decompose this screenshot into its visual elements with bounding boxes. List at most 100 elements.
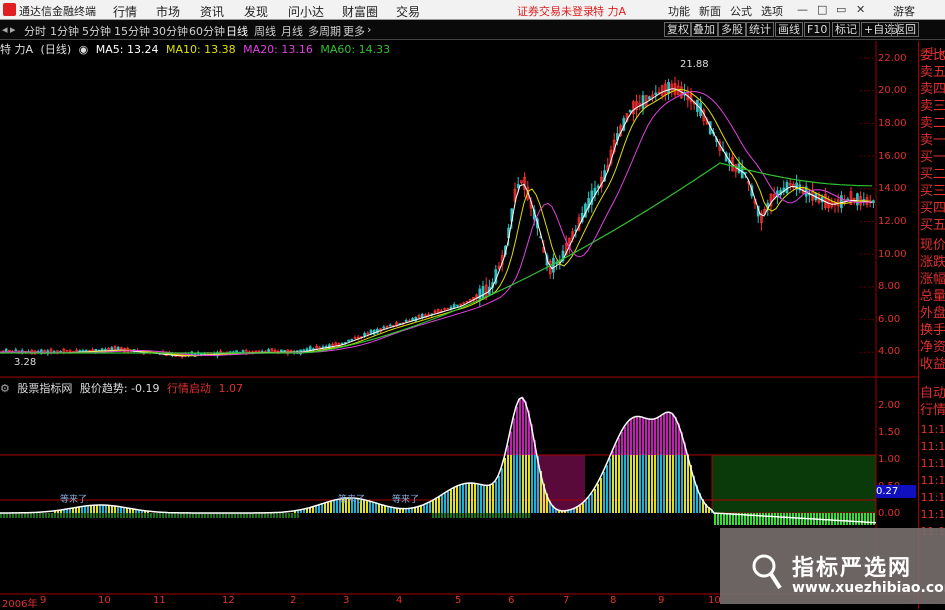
- minimize-icon[interactable]: —: [797, 3, 808, 16]
- indicator-bar: [396, 508, 398, 513]
- menu-news[interactable]: 资讯: [200, 3, 224, 20]
- indicator-bar: [552, 505, 554, 513]
- side-tab[interactable]: 自动: [920, 385, 945, 402]
- btn-stats[interactable]: 统计: [746, 22, 774, 37]
- side-tab[interactable]: 现价: [920, 237, 945, 254]
- menu-options[interactable]: 选项: [761, 3, 783, 19]
- indicator-bar: [84, 506, 86, 513]
- period-intraday[interactable]: 分时: [24, 23, 46, 39]
- btn-adjust[interactable]: 复权: [664, 22, 692, 37]
- candle-body: [801, 187, 805, 194]
- side-tab: 11:1: [920, 508, 945, 521]
- candle-body: [715, 138, 718, 142]
- date-tick: 2: [290, 595, 297, 606]
- side-tab[interactable]: 委比: [920, 47, 945, 64]
- side-tab[interactable]: 卖三: [920, 98, 945, 115]
- indicator-bar: [645, 455, 647, 513]
- nav-left-icon[interactable]: ◂: [2, 23, 8, 36]
- candle-body: [62, 348, 66, 354]
- btn-draw[interactable]: 画线: [775, 22, 803, 37]
- side-tab[interactable]: 总量: [920, 288, 945, 305]
- indicator-bar: [657, 417, 659, 455]
- menu-ask[interactable]: 问小达: [288, 3, 324, 20]
- candle-body: [56, 350, 59, 353]
- candle-body: [347, 339, 350, 342]
- side-tab[interactable]: 卖二: [920, 115, 945, 132]
- indicator-bar: [522, 455, 524, 513]
- period-15min[interactable]: 15分钟: [114, 23, 150, 39]
- maximize-icon[interactable]: □: [817, 3, 827, 16]
- side-tab[interactable]: 卖五: [920, 64, 945, 81]
- current-indicator-value: 0.27: [876, 485, 916, 498]
- side-tab[interactable]: 涨幅: [920, 271, 945, 288]
- candle-body: [280, 349, 283, 353]
- nav-right-icon[interactable]: ▸: [10, 23, 16, 36]
- candle-body: [577, 217, 581, 231]
- guest-user[interactable]: 游客: [893, 3, 915, 19]
- side-tab[interactable]: 卖一: [920, 132, 945, 149]
- candle-body: [113, 346, 117, 351]
- side-tab[interactable]: 买三: [920, 183, 945, 200]
- indicator-settings-icon[interactable]: ⚙: [0, 382, 10, 395]
- period-5min[interactable]: 5分钟: [82, 23, 111, 39]
- side-tab[interactable]: 外盘: [920, 305, 945, 322]
- menu-trade[interactable]: 交易: [396, 3, 420, 20]
- period-weekly[interactable]: 周线: [254, 23, 276, 39]
- indicator-bar: [144, 510, 146, 513]
- period-monthly[interactable]: 月线: [281, 23, 303, 39]
- side-tab[interactable]: 卖四: [920, 81, 945, 98]
- btn-multi-stock[interactable]: 多股: [718, 22, 746, 37]
- indicator-bar: [576, 507, 578, 513]
- period-more[interactable]: 更多: [343, 23, 365, 39]
- close-icon[interactable]: ✕: [856, 3, 865, 16]
- btn-f10[interactable]: F10: [804, 22, 831, 37]
- btn-mark[interactable]: 标记: [832, 22, 860, 37]
- side-tab[interactable]: 买四: [920, 200, 945, 217]
- candle-body: [219, 350, 222, 355]
- side-tab[interactable]: 行情: [920, 402, 945, 419]
- indicator-bar: [444, 493, 446, 513]
- indicator-bar: [654, 455, 656, 513]
- period-30min[interactable]: 30分钟: [152, 23, 188, 39]
- menu-new-page[interactable]: 新面: [699, 3, 721, 19]
- candle-body: [206, 352, 210, 356]
- candle-body: [88, 349, 91, 352]
- more-chevron-icon[interactable]: ›: [367, 23, 371, 36]
- menu-quotes[interactable]: 行情: [113, 3, 137, 20]
- candle-body: [753, 198, 757, 204]
- side-tab[interactable]: 净资: [920, 339, 945, 356]
- candle-body: [49, 348, 53, 354]
- candle-body: [776, 190, 779, 198]
- candle-body: [78, 350, 82, 353]
- restore-icon[interactable]: ▭: [836, 3, 846, 16]
- menu-formula[interactable]: 公式: [730, 3, 752, 19]
- side-tab[interactable]: 涨跌: [920, 254, 945, 271]
- indicator-bar: [435, 498, 437, 513]
- side-tab[interactable]: 买一: [920, 149, 945, 166]
- btn-overlay[interactable]: 叠加: [690, 22, 718, 37]
- menu-market[interactable]: 市场: [156, 3, 180, 20]
- side-tab[interactable]: 买二: [920, 166, 945, 183]
- candle-body: [529, 200, 533, 209]
- period-1min[interactable]: 1分钟: [50, 23, 79, 39]
- period-multi[interactable]: 多周期: [308, 23, 341, 39]
- menu-function[interactable]: 功能: [668, 3, 690, 19]
- period-daily[interactable]: 日线: [226, 23, 248, 39]
- candle-body: [548, 260, 552, 275]
- menu-wealth[interactable]: 财富圈: [342, 3, 378, 20]
- side-tab[interactable]: 换手: [920, 322, 945, 339]
- side-tab[interactable]: 买五: [920, 217, 945, 234]
- bar-note: 等来了: [338, 495, 366, 505]
- indicator-bar: [390, 506, 392, 513]
- btn-back[interactable]: 返回: [891, 22, 919, 37]
- menu-discover[interactable]: 发现: [244, 3, 268, 20]
- price-tick: 10.00: [878, 249, 907, 260]
- candle-body: [683, 91, 686, 96]
- candle-body: [804, 186, 808, 197]
- side-tab[interactable]: 收益: [920, 356, 945, 373]
- settings-icon[interactable]: ◉: [79, 43, 89, 56]
- indicator-bar: [414, 507, 416, 513]
- period-60min[interactable]: 60分钟: [189, 23, 225, 39]
- login-status[interactable]: 证券交易未登录: [517, 3, 594, 19]
- candle-body: [14, 349, 18, 352]
